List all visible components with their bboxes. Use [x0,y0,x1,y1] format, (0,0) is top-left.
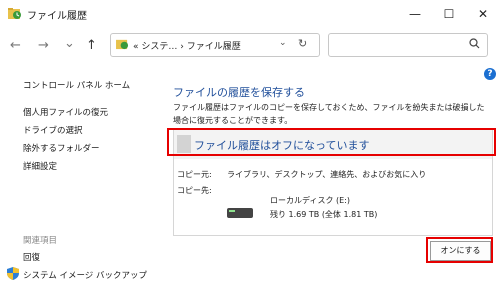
drive-name: ローカルディスク (E:) [270,196,350,205]
related-items-header: 関連項目 [23,236,58,246]
window-title: ファイル履歴 [27,11,87,22]
copy-to-label: コピー先: [177,186,212,195]
refresh-icon[interactable]: ↻ [298,37,307,50]
turn-on-highlight-box [426,237,493,263]
help-icon[interactable]: ? [484,68,496,80]
address-bar[interactable]: « システ… › ファイル履歴 ⌄ ↻ [110,33,320,57]
back-button[interactable]: ← [10,38,21,53]
sidebar-item-advanced-settings[interactable]: 詳細設定 [23,160,57,172]
minimize-button[interactable]: — [398,0,432,28]
maximize-button[interactable]: ☐ [432,0,466,28]
up-button[interactable]: ↑ [86,38,97,53]
sidebar-item-system-image-backup[interactable]: システム イメージ バックアップ [23,269,147,281]
file-history-window: ファイル履歴 — ☐ ✕ ← → ⌄ ↑ « システ… › ファイル履歴 ⌄ ↻… [0,0,500,298]
status-highlight-box [167,128,496,156]
drive-space: 残り 1.69 TB (全体 1.81 TB) [270,210,378,219]
drive-icon [227,208,253,218]
sidebar-item-restore-files[interactable]: 個人用ファイルの復元 [23,106,108,118]
file-history-icon [8,8,21,19]
sidebar-item-exclude-folders[interactable]: 除外するフォルダー [23,142,100,154]
search-input[interactable] [328,33,488,57]
copy-from-value: ライブラリ、デスクトップ、連絡先、およびお気に入り [227,170,427,179]
forward-button[interactable]: → [38,38,49,53]
file-history-icon [116,39,129,50]
search-icon[interactable] [469,38,480,49]
recent-locations-button[interactable]: ⌄ [64,36,75,51]
page-title: ファイルの履歴を保存する [173,86,305,99]
shield-icon [7,267,19,280]
title-bar: ファイル履歴 — ☐ ✕ [0,0,500,28]
close-button[interactable]: ✕ [466,0,500,28]
copy-from-label: コピー元: [177,170,212,179]
page-description: ファイル履歴はファイルのコピーを保存しておくため、ファイルを紛失または破損した場… [173,103,485,125]
sidebar-item-select-drive[interactable]: ドライブの選択 [23,124,83,136]
address-dropdown-icon[interactable]: ⌄ [279,38,287,48]
sidebar-item-recovery[interactable]: 回復 [23,251,40,263]
address-path[interactable]: « システ… › ファイル履歴 [133,39,241,52]
control-panel-home-link[interactable]: コントロール パネル ホーム [23,79,130,91]
